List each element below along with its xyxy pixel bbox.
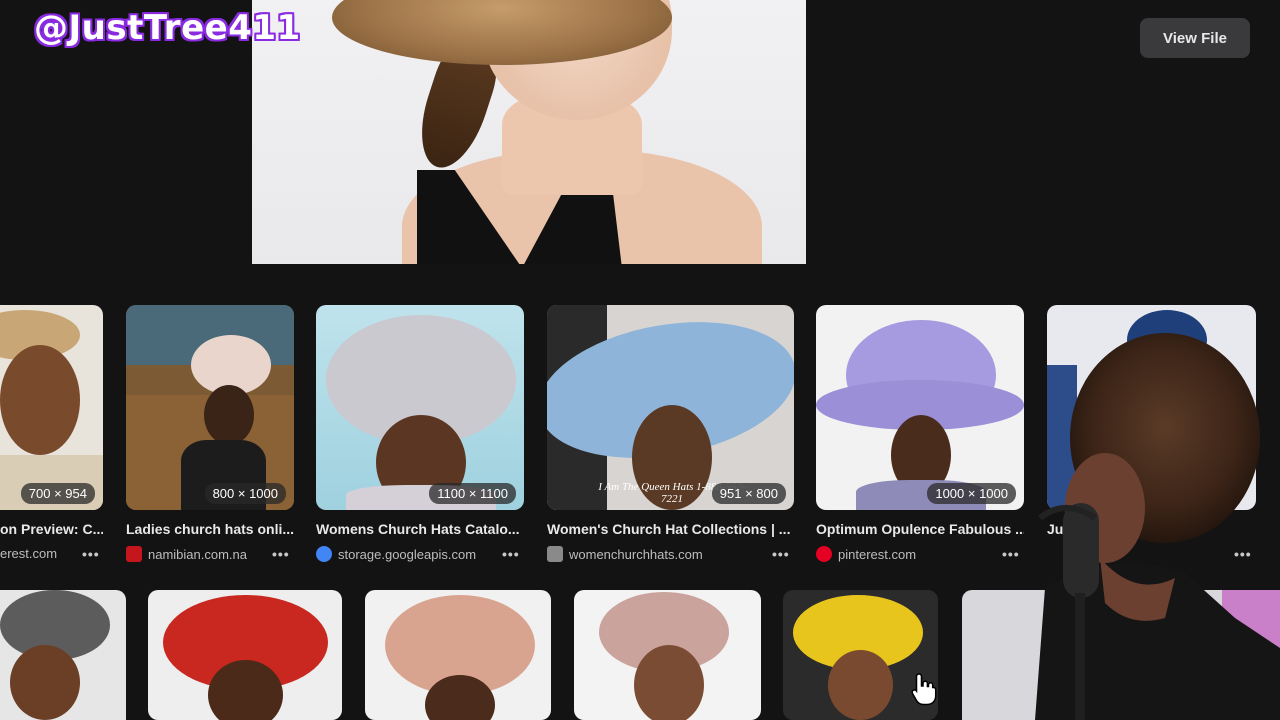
more-options-icon[interactable]: ••• — [272, 546, 290, 562]
image-dimensions: 800 × 1000 — [204, 483, 286, 504]
result-thumbnail[interactable] — [0, 590, 126, 720]
result-source[interactable]: namibian.com.na — [126, 546, 266, 562]
image-dimensions: 700 × 954 — [20, 483, 95, 504]
source-domain: erest.com — [0, 546, 58, 561]
result-thumbnail[interactable]: 700 × 954 — [0, 305, 103, 510]
image-dimensions: 1100 × 1100 — [429, 483, 516, 504]
more-options-icon[interactable]: ••• — [82, 546, 100, 562]
source-domain: storage.googleapis.com — [338, 546, 477, 562]
channel-watermark: @JustTree411 — [34, 8, 301, 48]
result-title[interactable]: Ladies church hats onli... — [126, 521, 294, 537]
view-file-button[interactable]: View File — [1140, 18, 1250, 58]
result-source[interactable]: storage.googleapis.com — [316, 546, 496, 562]
result-source[interactable]: womenchurchhats.com — [547, 546, 747, 562]
result-thumbnail[interactable] — [365, 590, 551, 720]
result-card[interactable]: 800 × 1000 Ladies church hats onli... na… — [126, 305, 294, 565]
result-title[interactable]: Women's Church Hat Collections | ... — [547, 521, 794, 537]
result-title[interactable]: on Preview: C... — [0, 521, 103, 537]
result-thumbnail[interactable]: 800 × 1000 — [126, 305, 294, 510]
more-options-icon[interactable]: ••• — [502, 546, 520, 562]
result-thumbnail[interactable]: I Am The Queen Hats 1-888-552-7221 951 ×… — [547, 305, 794, 510]
pinterest-icon — [816, 546, 832, 562]
site-favicon-icon — [547, 546, 563, 562]
hand-cursor-icon — [911, 673, 937, 706]
result-thumbnail[interactable]: 1100 × 1100 — [316, 305, 524, 510]
source-domain: womenchurchhats.com — [569, 546, 703, 562]
image-search-page: @JustTree411 View File 700 × 954 on Prev… — [0, 0, 1280, 720]
site-favicon-icon — [316, 546, 332, 562]
result-card[interactable]: I Am The Queen Hats 1-888-552-7221 951 ×… — [547, 305, 794, 565]
result-card[interactable]: 700 × 954 on Preview: C... erest.com ••• — [0, 305, 103, 565]
result-thumbnail[interactable] — [574, 590, 761, 720]
result-source[interactable]: erest.com — [0, 546, 60, 561]
webcam-overlay — [1035, 333, 1280, 720]
image-dimensions: 951 × 800 — [711, 483, 786, 504]
result-title[interactable]: Womens Church Hats Catalo... — [316, 521, 524, 537]
result-card[interactable]: 1100 × 1100 Womens Church Hats Catalo...… — [316, 305, 524, 565]
site-favicon-icon — [126, 546, 142, 562]
result-thumbnail[interactable] — [148, 590, 342, 720]
more-options-icon[interactable]: ••• — [772, 546, 790, 562]
preview-image[interactable] — [252, 0, 806, 264]
source-domain: pinterest.com — [838, 546, 917, 562]
source-domain: namibian.com.na — [148, 546, 247, 562]
